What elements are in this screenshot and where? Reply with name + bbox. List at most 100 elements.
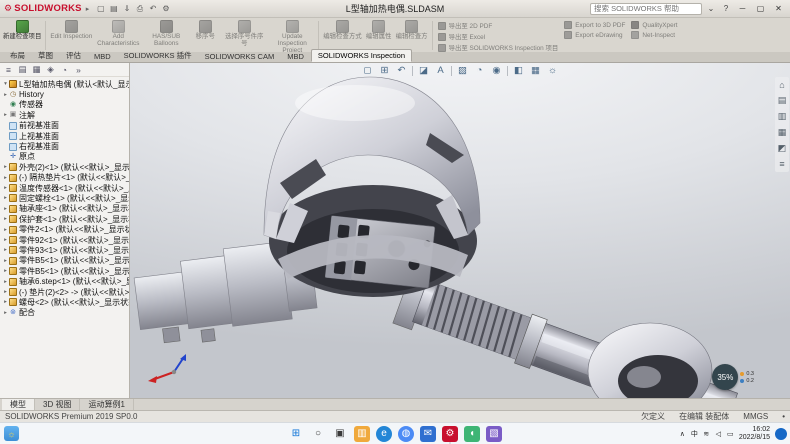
document-tab[interactable]: 运动算例1 [80, 399, 133, 410]
annotation-views-icon[interactable]: A [434, 65, 447, 76]
battery-icon[interactable]: ▭ [727, 430, 734, 438]
expander-icon[interactable]: ▸ [2, 299, 9, 305]
tree-item[interactable]: 右视基准面 [2, 141, 129, 151]
browser-icon[interactable]: ◍ [398, 426, 414, 442]
help-icon[interactable]: ? [720, 4, 732, 13]
apply-scene-icon[interactable]: ▦ [529, 65, 542, 76]
document-tab[interactable]: 3D 视图 [35, 399, 80, 410]
options-icon[interactable]: ⚙ [160, 4, 171, 13]
expander-icon[interactable]: ▸ [2, 92, 9, 98]
tree-item[interactable]: ▸外壳(2)<1> (默认<<默认>_显示状态 [2, 162, 129, 172]
tree-item[interactable]: ▸轴承6.step<1> (默认<<默认>_显示 [2, 276, 129, 286]
save-icon[interactable]: ⇓ [121, 4, 132, 13]
start-icon[interactable]: ⊞ [288, 426, 304, 442]
resources-home-icon[interactable]: ⌂ [776, 80, 788, 90]
mail-icon[interactable]: ✉ [420, 426, 436, 442]
expander-icon[interactable]: ▸ [2, 206, 9, 212]
tree-item[interactable]: ▸零件2<1> (默认<<默认>_显示状态 [2, 224, 129, 234]
tree-item[interactable]: ▸▣注解 [2, 110, 129, 120]
previous-view-icon[interactable]: ↶ [395, 65, 408, 76]
solidworks-icon[interactable]: ⚙ [442, 426, 458, 442]
graphics-area[interactable]: ◻⊞↶◪A▧◔◉◧▦☼ ⌂▤▥▦◩≡ 35% 0.30.2 [130, 63, 790, 398]
tree-item[interactable]: ▸螺母<2> (默认<<默认>_显示状态 [2, 297, 129, 307]
section-view-icon[interactable]: ◪ [417, 65, 430, 76]
zoom-area-icon[interactable]: ⊞ [378, 65, 391, 76]
tree-item[interactable]: ▸零件B5<1> (默认<<默认>_显示状态 [2, 256, 129, 266]
expander-icon[interactable]: ▸ [2, 310, 9, 316]
design-library-icon[interactable]: ▤ [776, 95, 788, 106]
tree-item[interactable]: ▸温度传感器<1> (默认<<默认>_显示 [2, 183, 129, 193]
expander-icon[interactable]: ▸ [2, 279, 9, 285]
view-orientation-icon[interactable]: ▧ [456, 65, 469, 76]
file-explorer-icon[interactable]: ▥ [354, 426, 370, 442]
configurationmanager-tab-icon[interactable]: ▦ [31, 64, 42, 75]
tree-item[interactable]: ▸零件93<1> (默认<<默认>_显示状态 [2, 245, 129, 255]
wechat-icon[interactable]: ◖ [464, 426, 480, 442]
tree-item[interactable]: ▸⊚配合 [2, 308, 129, 318]
tray-chevron-icon[interactable]: ∧ [679, 430, 686, 438]
file-explorer-icon[interactable]: ▥ [776, 111, 788, 122]
edge-browser-icon[interactable]: e [376, 426, 392, 442]
new-inspection-project-button[interactable]: 新建检查项目 [2, 19, 42, 52]
volume-icon[interactable]: ◁ [715, 430, 722, 438]
undo-icon[interactable]: ↶ [147, 4, 158, 13]
ribbon-tab[interactable]: MBD [281, 51, 310, 62]
custom-properties-icon[interactable]: ≡ [776, 159, 788, 169]
tree-item[interactable]: 前视基准面 [2, 121, 129, 131]
expander-icon[interactable]: ▸ [2, 216, 9, 222]
network-icon[interactable]: ≋ [703, 430, 710, 438]
minimize-button[interactable]: ─ [735, 2, 750, 16]
task-view-icon[interactable]: ▣ [332, 426, 348, 442]
open-icon[interactable]: ▤ [108, 4, 119, 13]
maximize-button[interactable]: ▢ [753, 2, 768, 16]
view-palette-icon[interactable]: ▦ [776, 127, 788, 138]
search-dropdown-icon[interactable]: ⌄ [705, 4, 717, 13]
tree-item[interactable]: 上视基准面 [2, 131, 129, 141]
tree-item[interactable]: ▸零件92<1> (默认<<默认>_显示状态 [2, 235, 129, 245]
propertymanager-tab-icon[interactable]: ▤ [17, 64, 28, 75]
tree-item[interactable]: ▸轴承座<1> (默认<<默认>_显示状态 [2, 204, 129, 214]
3d-model[interactable] [130, 63, 790, 398]
expander-icon[interactable]: ▸ [2, 268, 9, 274]
ribbon-tab[interactable]: MBD [88, 51, 117, 62]
edit-appearance-icon[interactable]: ◧ [512, 65, 525, 76]
featuremanager-tab-icon[interactable]: ≡ [3, 65, 14, 75]
search-icon[interactable]: ○ [310, 426, 326, 442]
document-tab[interactable]: 模型 [2, 399, 35, 410]
expander-icon[interactable]: ▸ [2, 237, 9, 243]
expander-icon[interactable]: ▸ [2, 195, 9, 201]
new-document-icon[interactable]: ▢ [95, 4, 106, 13]
appearances-icon[interactable]: ◩ [776, 143, 788, 154]
expander-icon[interactable]: ▾ [2, 81, 9, 87]
ribbon-tab[interactable]: 布局 [4, 49, 31, 62]
display-style-icon[interactable]: ◔ [473, 65, 486, 76]
tree-item[interactable]: ◉传感器 [2, 100, 129, 110]
menu-expand-icon[interactable]: ▸ [86, 5, 90, 13]
expander-icon[interactable]: ▸ [2, 175, 9, 181]
image-viewer-icon[interactable]: ▧ [486, 426, 502, 442]
tree-root[interactable]: ▾L型轴加热电偶 (默认<默认_显示状态-1 [2, 79, 129, 89]
expander-icon[interactable]: ▸ [2, 112, 9, 118]
expander-icon[interactable]: ▸ [2, 247, 9, 253]
print-icon[interactable]: ⎙ [134, 4, 145, 14]
close-button[interactable]: ✕ [771, 2, 786, 16]
displaymanager-tab-icon[interactable]: ◔ [59, 65, 70, 75]
tree-item[interactable]: ▸(-) 隔热垫片<1> (默认<<默认>_显示 [2, 173, 129, 183]
weather-icon[interactable]: ☼ [4, 426, 19, 441]
search-input[interactable] [590, 3, 702, 15]
tree-item[interactable]: ✛原点 [2, 152, 129, 162]
expander-icon[interactable]: ▸ [2, 258, 9, 264]
expander-icon[interactable]: ▸ [2, 164, 9, 170]
ime-indicator[interactable]: 中 [691, 429, 698, 439]
expander-icon[interactable]: ▸ [2, 185, 9, 191]
expander-icon[interactable]: ▸ [2, 289, 9, 295]
ribbon-tab[interactable]: SOLIDWORKS CAM [199, 51, 281, 62]
tree-item[interactable]: ▸(-) 垫片(2)<2> -> (默认<<默认>_显 [2, 287, 129, 297]
tree-item[interactable]: ▸◷History [2, 89, 129, 99]
zoom-fit-icon[interactable]: ◻ [361, 65, 374, 76]
view-settings-icon[interactable]: ☼ [546, 65, 559, 76]
hide-show-items-icon[interactable]: ◉ [490, 65, 503, 76]
expand-panel-icon[interactable]: » [73, 65, 84, 75]
taskbar-clock[interactable]: 16:02 2022/8/15 [739, 426, 770, 441]
tree-item[interactable]: ▸固定螺栓<1> (默认<<默认>_显示状 [2, 193, 129, 203]
